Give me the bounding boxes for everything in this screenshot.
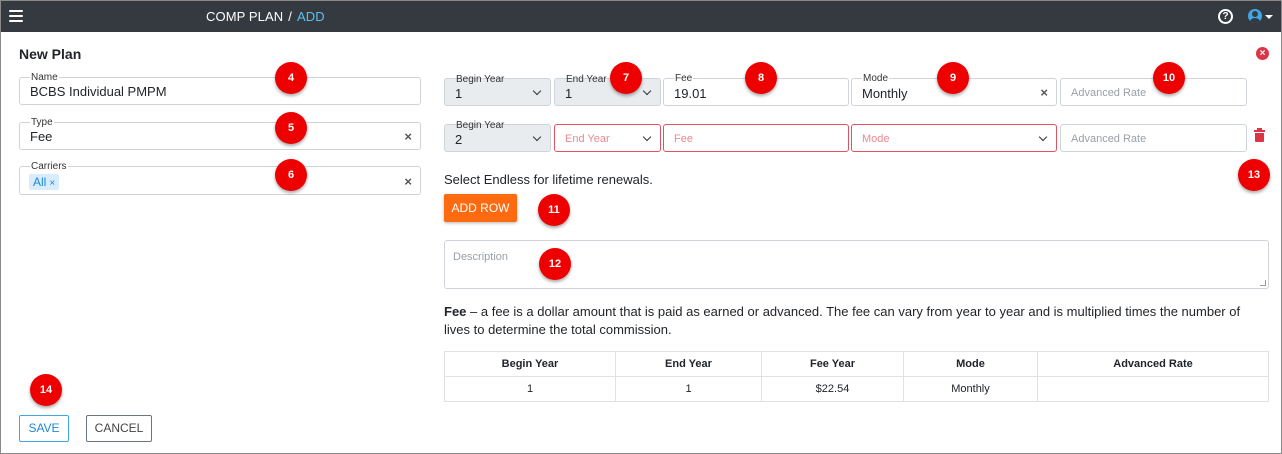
caret-down-icon[interactable]	[1265, 15, 1273, 19]
cancel-button[interactable]: CANCEL	[86, 415, 152, 442]
fee-explanation-text: – a fee is a dollar amount that is paid …	[444, 304, 1241, 337]
begin-year-label: Begin Year	[456, 120, 505, 131]
table-cell	[1037, 376, 1269, 402]
callout-badge: 14	[30, 374, 62, 406]
name-label: Name	[30, 72, 59, 83]
table-cell: $22.54	[761, 376, 904, 402]
callout-badge: 6	[275, 159, 307, 191]
type-value: Fee	[30, 129, 53, 144]
table-row: 1 1 $22.54 Monthly	[444, 376, 1269, 402]
name-value: BCBS Individual PMPM	[30, 84, 167, 99]
end-year-label: End Year	[566, 74, 607, 85]
carriers-select[interactable]: Carriers All × ×	[19, 161, 421, 195]
name-field[interactable]: Name BCBS Individual PMPM	[19, 72, 421, 105]
chevron-down-icon	[642, 86, 652, 96]
menu-icon[interactable]	[9, 10, 23, 22]
mode-value: Monthly	[862, 86, 908, 101]
type-label: Type	[30, 117, 54, 128]
callout-badge: 4	[275, 62, 307, 94]
row2-begin-year-select[interactable]: Begin Year 2	[444, 120, 551, 152]
chevron-down-icon	[642, 132, 652, 142]
table-cell: 1	[615, 376, 762, 402]
fee-term: Fee	[444, 304, 467, 319]
user-account-icon[interactable]	[1248, 9, 1262, 23]
end-year-placeholder: End Year	[565, 133, 610, 145]
row2-advanced-rate-input[interactable]: Advanced Rate	[1060, 124, 1247, 152]
clear-type-icon[interactable]: ×	[404, 129, 412, 144]
table-cell: Monthly	[903, 376, 1038, 402]
row1-end-year-select[interactable]: End Year 1	[554, 74, 661, 106]
chip-remove-icon[interactable]: ×	[49, 178, 55, 189]
breadcrumb: COMP PLAN / ADD	[206, 9, 325, 24]
chevron-down-icon	[532, 86, 542, 96]
carrier-chip-label: All	[33, 175, 47, 189]
close-form-icon[interactable]: ×	[1256, 47, 1269, 60]
callout-badge: 10	[1153, 62, 1185, 94]
table-cell: 1	[444, 376, 616, 402]
fee-placeholder: Fee	[674, 133, 693, 145]
mode-placeholder: Mode	[862, 133, 890, 145]
column-header: Advanced Rate	[1037, 351, 1269, 377]
end-year-value: 1	[565, 86, 573, 101]
begin-year-value: 1	[455, 86, 463, 101]
callout-badge: 12	[539, 248, 571, 280]
column-header: Begin Year	[444, 351, 616, 377]
app-window: COMP PLAN / ADD ? New Plan × Name BCBS Ind…	[0, 0, 1282, 454]
row2-mode-select[interactable]: Mode	[851, 124, 1057, 152]
row2-fee-input[interactable]: Fee	[663, 124, 849, 152]
fee-explanation: Fee – a fee is a dollar amount that is p…	[444, 303, 1264, 339]
advanced-rate-placeholder: Advanced Rate	[1071, 87, 1147, 99]
breadcrumb-current: ADD	[296, 9, 325, 24]
delete-row-icon[interactable]	[1254, 128, 1265, 142]
fee-summary-table: Begin Year End Year Fee Year Mode Advanc…	[444, 351, 1269, 402]
row1-begin-year-select[interactable]: Begin Year 1	[444, 74, 551, 106]
help-icon[interactable]: ?	[1218, 9, 1233, 24]
breadcrumb-separator: /	[288, 9, 292, 24]
chevron-down-icon	[532, 132, 542, 142]
begin-year-value: 2	[455, 132, 463, 147]
add-row-button[interactable]: ADD ROW	[444, 194, 517, 222]
clear-carriers-icon[interactable]: ×	[404, 174, 412, 189]
column-header: Mode	[903, 351, 1038, 377]
callout-badge: 13	[1238, 159, 1270, 191]
advanced-rate-placeholder: Advanced Rate	[1071, 133, 1147, 145]
callout-badge: 11	[538, 194, 570, 226]
clear-mode-icon[interactable]: ×	[1040, 85, 1048, 100]
callout-badge: 5	[275, 112, 307, 144]
callout-badge: 8	[745, 62, 777, 94]
fee-label: Fee	[674, 73, 694, 84]
begin-year-label: Begin Year	[456, 74, 505, 85]
endless-hint: Select Endless for lifetime renewals.	[444, 172, 653, 187]
save-button[interactable]: SAVE	[19, 415, 69, 442]
page-title: New Plan	[19, 46, 82, 62]
resize-handle-icon[interactable]	[1260, 280, 1266, 286]
carrier-chip[interactable]: All ×	[29, 174, 60, 190]
row2-end-year-select[interactable]: End Year	[554, 124, 661, 152]
callout-badge: 7	[610, 62, 642, 94]
breadcrumb-root[interactable]: COMP PLAN	[206, 9, 283, 24]
top-navbar: COMP PLAN / ADD ?	[1, 1, 1281, 32]
mode-label: Mode	[862, 73, 890, 84]
description-placeholder: Description	[453, 251, 509, 263]
callout-badge: 9	[937, 62, 969, 94]
table-header-row: Begin Year End Year Fee Year Mode Advanc…	[444, 351, 1269, 377]
chevron-down-icon	[1038, 132, 1048, 142]
carriers-label: Carriers	[30, 161, 68, 172]
type-select[interactable]: Type Fee ×	[19, 117, 421, 150]
column-header: Fee Year	[761, 351, 904, 377]
fee-value: 19.01	[674, 86, 707, 101]
column-header: End Year	[615, 351, 762, 377]
